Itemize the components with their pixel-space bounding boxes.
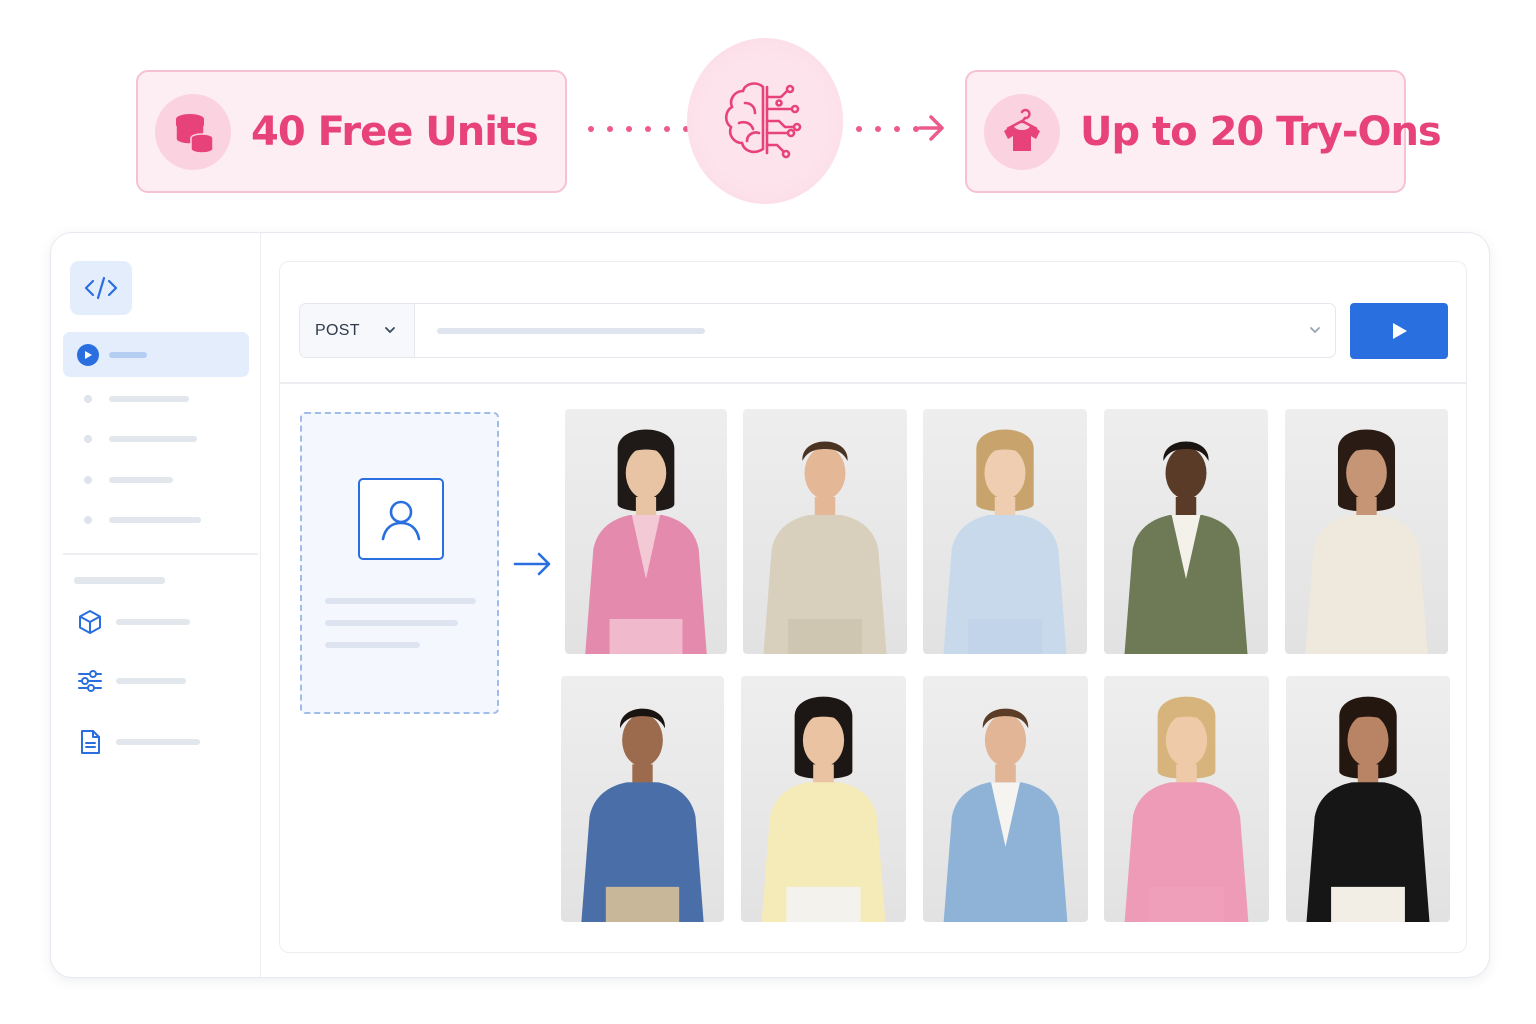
method-label: POST: [315, 321, 360, 339]
app-window: POST: [50, 232, 1490, 978]
main-panel: POST: [279, 261, 1467, 953]
sidebar: [51, 233, 261, 977]
upload-card[interactable]: [300, 412, 499, 714]
coins-icon: [155, 93, 231, 170]
sidebar-item[interactable]: [84, 475, 214, 485]
tryons-card: Up to 20 Try-Ons: [965, 70, 1442, 193]
flow-dots-right: [856, 126, 919, 132]
upload-text-line: [325, 598, 476, 604]
flow-dots-left: [588, 126, 689, 132]
sidebar-item[interactable]: [84, 515, 214, 525]
upload-text-line: [325, 642, 420, 648]
document-icon: [75, 727, 105, 757]
sidebar-item[interactable]: [84, 394, 214, 404]
arrow-right-icon: [513, 552, 551, 576]
panel-divider: [280, 382, 1466, 384]
tryon-result-image[interactable]: [565, 409, 727, 654]
upload-text-line: [325, 620, 458, 626]
play-circle-icon: [77, 344, 99, 366]
request-bar: POST: [299, 303, 1336, 358]
tryon-result-image[interactable]: [743, 409, 907, 654]
shirt-hanger-icon: [984, 93, 1060, 170]
sidebar-item-active[interactable]: [63, 332, 249, 377]
code-icon[interactable]: [70, 261, 132, 315]
tryons-label: Up to 20 Try-Ons: [1080, 108, 1442, 155]
tryon-result-image[interactable]: [923, 676, 1088, 922]
chevron-down-icon[interactable]: [1309, 325, 1321, 335]
sidebar-tool-models[interactable]: [75, 607, 225, 637]
tryon-result-image[interactable]: [923, 409, 1087, 654]
send-button[interactable]: [1350, 303, 1448, 359]
tryon-result-image[interactable]: [741, 676, 906, 922]
tryon-result-image[interactable]: [1104, 676, 1269, 922]
cube-icon: [75, 607, 105, 637]
url-input[interactable]: [437, 328, 705, 334]
tryon-result-image[interactable]: [1286, 676, 1450, 922]
method-select[interactable]: POST: [300, 304, 415, 357]
chevron-down-icon: [385, 327, 395, 334]
sidebar-tool-settings[interactable]: [75, 666, 225, 696]
tryon-result-image[interactable]: [1285, 409, 1448, 654]
sidebar-item[interactable]: [84, 434, 214, 444]
sidebar-tool-docs[interactable]: [75, 727, 225, 757]
tryon-result-image[interactable]: [561, 676, 724, 922]
free-units-label: 40 Free Units: [251, 108, 539, 155]
free-units-card: 40 Free Units: [136, 70, 567, 193]
sidebar-section-heading: [74, 577, 165, 584]
ai-brain-icon: [687, 38, 843, 204]
user-avatar-icon: [358, 478, 444, 560]
flow-arrow-icon: [918, 115, 944, 141]
tryon-result-image[interactable]: [1104, 409, 1268, 654]
sidebar-divider: [63, 553, 258, 555]
play-icon: [1393, 323, 1407, 339]
sliders-icon: [75, 666, 105, 696]
